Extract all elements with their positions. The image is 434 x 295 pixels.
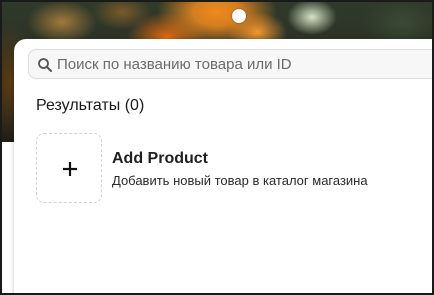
search-panel: Результаты (0) Add Product Добавить новы… (14, 39, 432, 293)
screenshot-frame: Результаты (0) Add Product Добавить новы… (0, 0, 434, 295)
search-bar[interactable] (28, 49, 432, 79)
add-product-item[interactable]: Add Product Добавить новый товар в катал… (36, 133, 416, 205)
search-input[interactable] (57, 54, 432, 74)
add-product-title: Add Product (112, 150, 208, 167)
search-icon (38, 58, 52, 72)
map-pin-dot[interactable] (232, 9, 246, 23)
add-product-description: Добавить новый товар в каталог магазина (112, 173, 368, 188)
results-heading: Результаты (0) (36, 97, 145, 114)
add-product-tile[interactable] (36, 133, 102, 203)
plus-icon (63, 162, 77, 176)
